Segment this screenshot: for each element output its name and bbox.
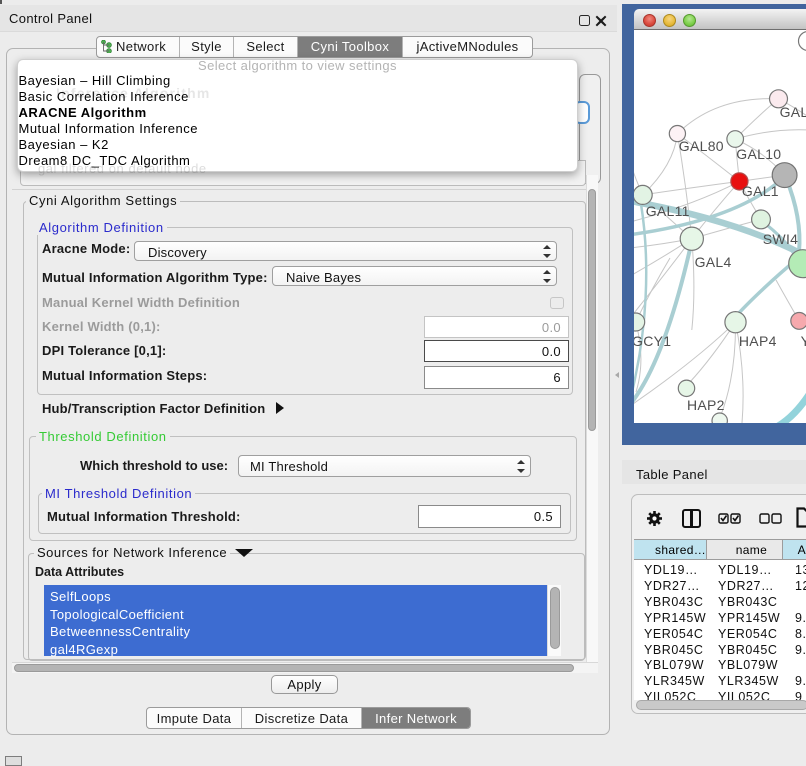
svg-text:SWI4: SWI4 [763,231,798,247]
svg-text:Y: Y [801,333,806,349]
svg-text:GAL4: GAL4 [695,254,732,270]
svg-text:GAL11: GAL11 [646,203,690,219]
svg-text:GAL7: GAL7 [780,104,806,120]
svg-text:GAL10: GAL10 [736,146,781,162]
svg-text:GCY1: GCY1 [634,333,671,349]
svg-text:HAP4: HAP4 [739,333,777,349]
svg-text:GAL1: GAL1 [742,183,779,199]
svg-text:GAL80: GAL80 [679,138,724,154]
svg-text:HAP2: HAP2 [687,397,725,413]
